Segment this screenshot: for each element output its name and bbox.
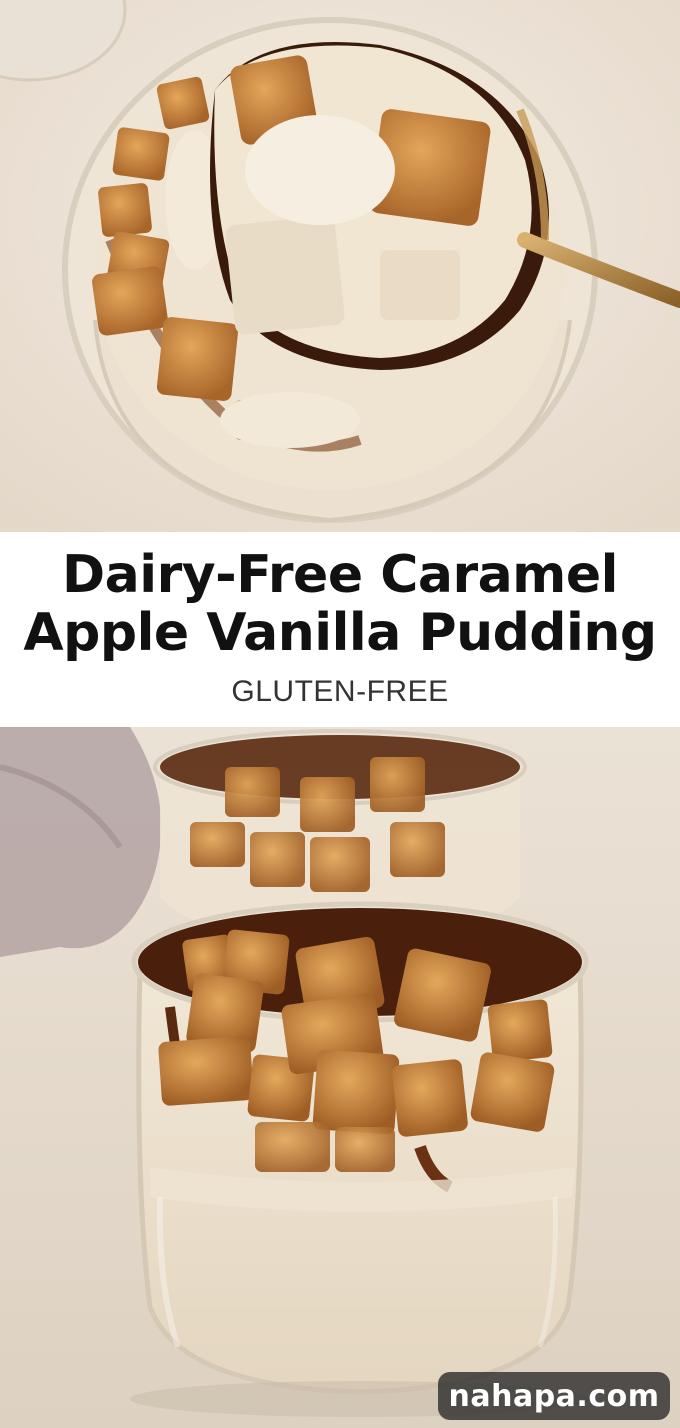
watermark-badge: nahapa.com — [438, 1372, 670, 1420]
subtitle: GLUTEN-FREE — [231, 675, 449, 708]
pudding-glasses-image — [0, 727, 680, 1428]
top-photo — [0, 0, 680, 532]
bottom-photo: nahapa.com — [0, 727, 680, 1428]
pudding-spoon-image — [0, 0, 680, 532]
title-line-1: Dairy-Free Caramel — [62, 545, 618, 605]
title-band: Dairy-Free Caramel Apple Vanilla Pudding… — [0, 532, 680, 727]
title-line-2: Apple Vanilla Pudding — [23, 603, 657, 663]
watermark-text: nahapa.com — [448, 1378, 660, 1414]
